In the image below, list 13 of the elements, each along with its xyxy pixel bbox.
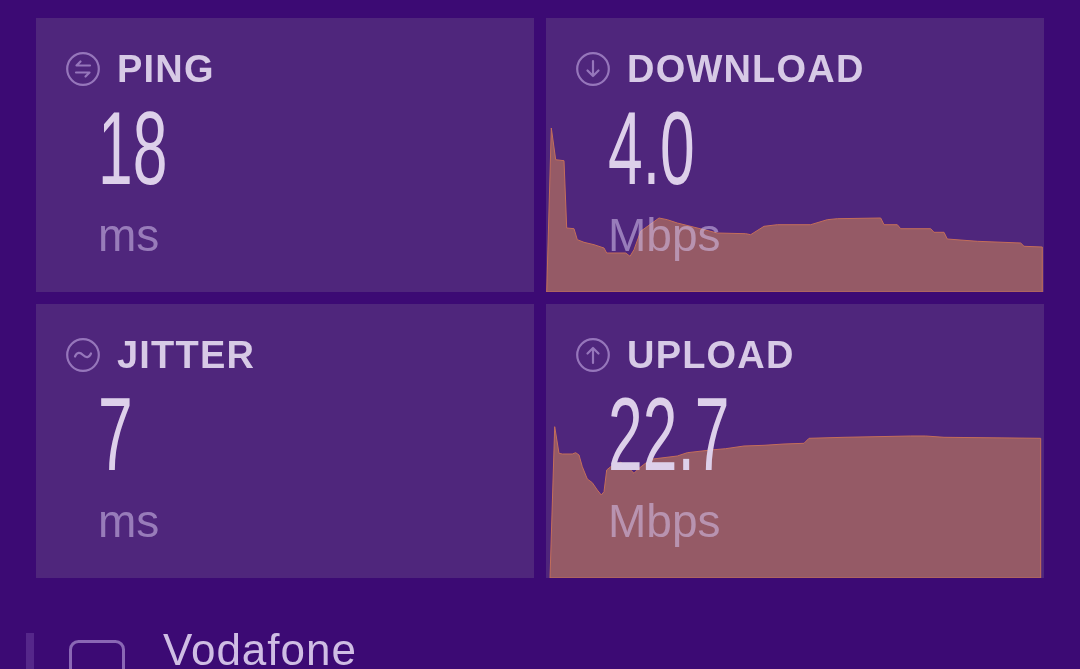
metric-label: DOWNLOAD	[627, 50, 865, 88]
metric-label: UPLOAD	[627, 336, 795, 374]
metric-value: 4.0	[608, 108, 695, 188]
metric-unit: ms	[98, 498, 160, 544]
metric-unit: ms	[98, 212, 160, 258]
swap-arrows-icon	[66, 52, 100, 86]
metric-value: 22.7	[608, 394, 730, 474]
metric-label: PING	[117, 50, 215, 88]
metric-value: 18	[98, 108, 168, 188]
provider-name: Vodafone	[163, 630, 357, 669]
metric-label: JITTER	[117, 336, 256, 374]
metric-value: 7	[98, 394, 133, 474]
wave-icon	[66, 338, 100, 372]
